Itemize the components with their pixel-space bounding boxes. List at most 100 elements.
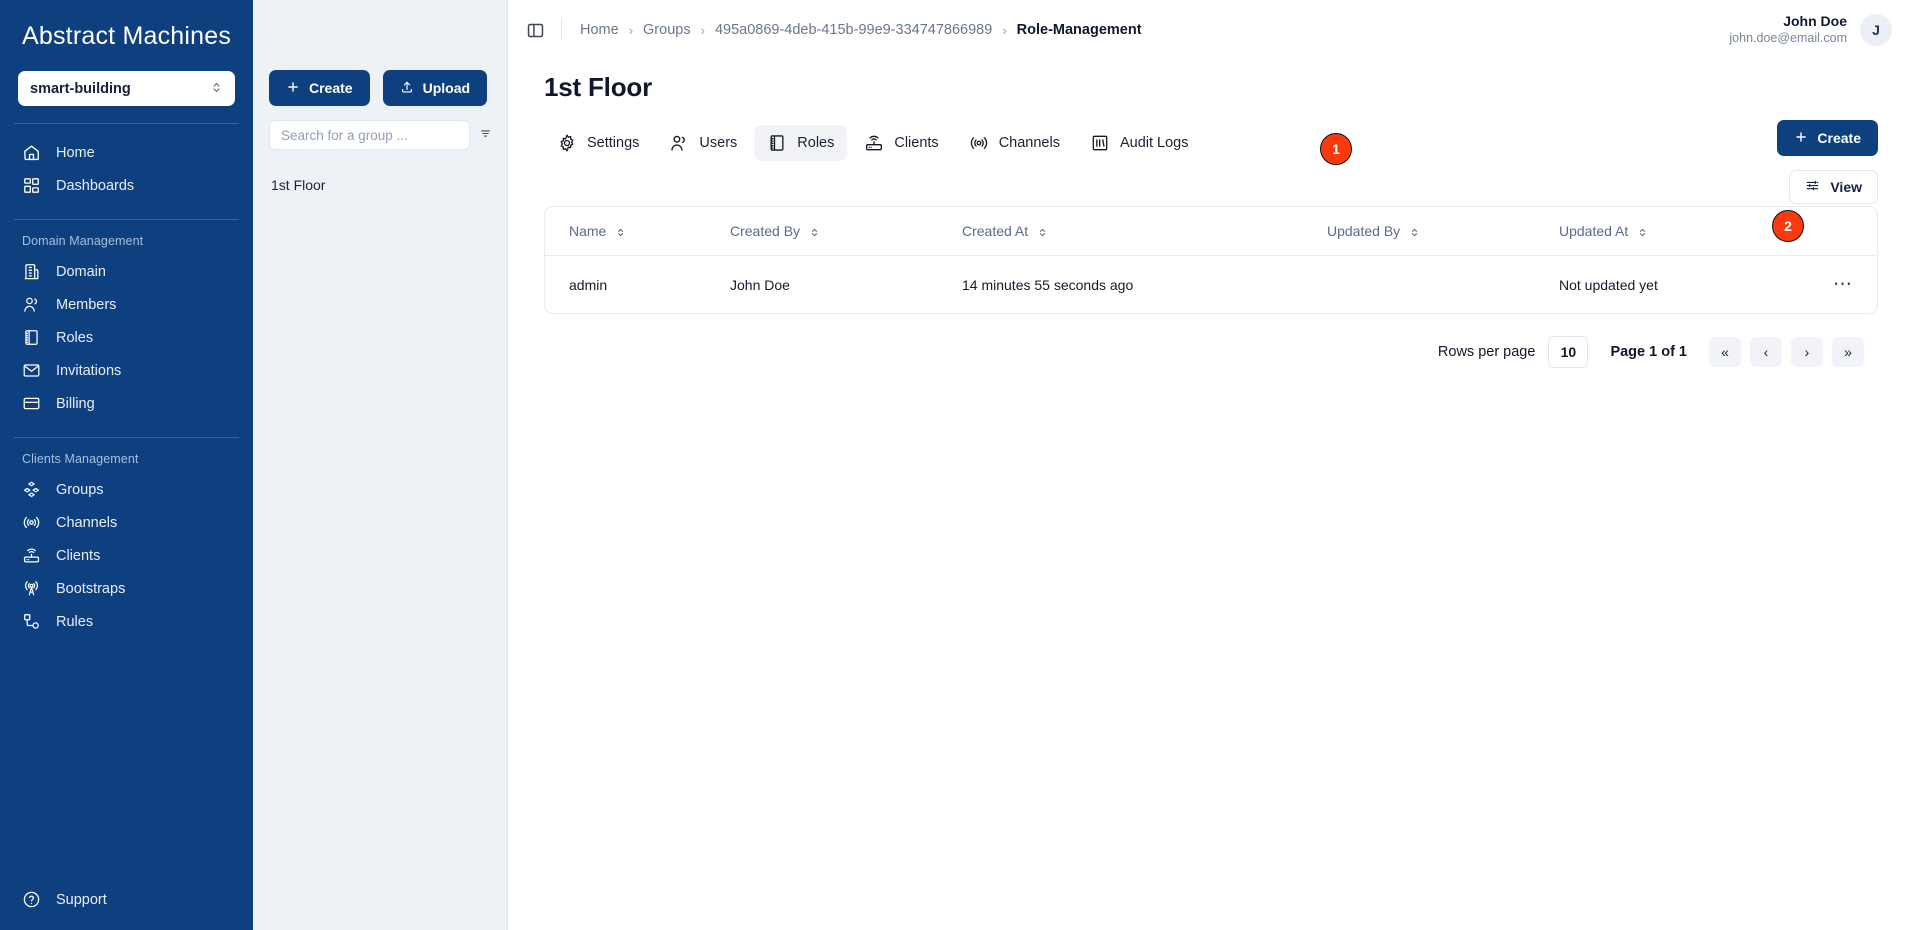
- view-options-button[interactable]: View: [1789, 170, 1878, 204]
- list-item[interactable]: 1st Floor: [269, 172, 491, 198]
- roles-icon: [767, 133, 787, 153]
- sidebar-support-section: Support: [0, 883, 253, 930]
- table-row[interactable]: admin John Doe 14 minutes 55 seconds ago…: [545, 256, 1877, 314]
- tab-label: Settings: [587, 135, 640, 151]
- sidebar-item-clients[interactable]: Clients: [0, 539, 253, 572]
- table-head: Name Created By Created At Updated By Up…: [545, 207, 1877, 256]
- rows-per-page-select[interactable]: 10: [1548, 336, 1589, 368]
- cell-created-by: John Doe: [730, 276, 790, 293]
- tab-clients[interactable]: Clients: [851, 125, 951, 161]
- cell-name: admin: [569, 276, 608, 293]
- content-area: 1st Floor 1 2 Settings Users Roles Clien…: [508, 60, 1914, 368]
- breadcrumb-item-home[interactable]: Home: [580, 22, 619, 38]
- sort-icon: [809, 225, 820, 238]
- view-options-button-label: View: [1830, 179, 1862, 195]
- domain-selector[interactable]: smart-building: [18, 71, 235, 106]
- sidebar-item-roles[interactable]: Roles: [0, 321, 253, 354]
- cell-updated-by: [1327, 256, 1559, 314]
- create-group-button[interactable]: Create: [269, 70, 370, 106]
- chevron-right-icon: ›: [700, 22, 705, 38]
- avatar[interactable]: J: [1860, 14, 1892, 46]
- tab-roles[interactable]: Roles: [754, 125, 848, 161]
- sliders-icon: [1805, 178, 1820, 196]
- sidebar-item-domain[interactable]: Domain: [0, 255, 253, 288]
- sidebar-item-home[interactable]: Home: [0, 136, 253, 169]
- chevron-right-icon: ›: [628, 22, 634, 38]
- search-input[interactable]: [269, 120, 470, 150]
- filter-icon[interactable]: [480, 126, 491, 144]
- users-icon: [669, 133, 689, 153]
- create-role-button[interactable]: Create: [1777, 120, 1878, 156]
- sidebar-item-support[interactable]: Support: [0, 883, 253, 916]
- column-header-updated-at[interactable]: Updated At: [1559, 207, 1809, 256]
- members-icon: [22, 295, 41, 314]
- sidebar-item-label: Domain: [56, 263, 106, 280]
- ellipsis-icon[interactable]: ⋯: [1833, 274, 1853, 295]
- sidebar-item-rules[interactable]: Rules: [0, 605, 253, 638]
- breadcrumb-item-groups[interactable]: Groups: [643, 22, 691, 38]
- upload-icon: [400, 80, 414, 97]
- tab-label: Roles: [797, 135, 835, 151]
- group-panel: Create Upload 1st Floor: [253, 0, 508, 930]
- last-page-button[interactable]: »: [1832, 337, 1864, 367]
- create-role-button-label: Create: [1817, 130, 1861, 146]
- user-menu[interactable]: John Doe john.doe@email.com J: [1729, 13, 1892, 46]
- groups-icon: [22, 480, 41, 499]
- sidebar-item-dashboards[interactable]: Dashboards: [0, 169, 253, 202]
- table-body: admin John Doe 14 minutes 55 seconds ago…: [545, 256, 1877, 314]
- column-header-name[interactable]: Name: [545, 207, 730, 256]
- next-page-button[interactable]: ›: [1791, 337, 1823, 367]
- user-meta: John Doe john.doe@email.com: [1729, 13, 1847, 46]
- gear-icon: [557, 133, 577, 153]
- cell-created-at: 14 minutes 55 seconds ago: [962, 276, 1134, 293]
- rows-per-page: Rows per page 10: [1438, 336, 1589, 368]
- sidebar-item-invitations[interactable]: Invitations: [0, 354, 253, 387]
- annotation-badge-1: 1: [1320, 133, 1352, 165]
- router-icon: [864, 133, 884, 153]
- first-page-button[interactable]: «: [1709, 337, 1741, 367]
- roles-table-card: Name Created By Created At Updated By Up…: [544, 206, 1878, 314]
- tab-channels[interactable]: Channels: [956, 125, 1073, 161]
- sort-icon: [1037, 225, 1048, 238]
- sidebar-item-bootstraps[interactable]: Bootstraps: [0, 572, 253, 605]
- sidebar-nav-clients: Groups Channels Clients Bootstraps Rules: [0, 473, 253, 638]
- column-header-label: Created At: [962, 223, 1029, 239]
- column-header-actions: [1809, 207, 1877, 256]
- sidebar-nav-top: Home Dashboards: [0, 124, 253, 202]
- breadcrumb-item-group-id[interactable]: 495a0869-4deb-415b-99e9-334747866989: [715, 22, 992, 38]
- roles-icon: [22, 328, 41, 347]
- tab-label: Clients: [894, 135, 939, 151]
- tab-settings[interactable]: Settings: [544, 125, 652, 161]
- sidebar-item-label: Clients: [56, 547, 101, 564]
- sidebar-item-billing[interactable]: Billing: [0, 387, 253, 420]
- column-header-created-at[interactable]: Created At: [962, 207, 1327, 256]
- sidebar-item-groups[interactable]: Groups: [0, 473, 253, 506]
- column-header-updated-by[interactable]: Updated By: [1327, 207, 1559, 256]
- main-area: Home › Groups › 495a0869-4deb-415b-99e9-…: [508, 0, 1914, 930]
- column-header-label: Created By: [730, 223, 801, 239]
- sidebar-item-label: Support: [56, 891, 107, 908]
- annotation-badge-2: 2: [1772, 210, 1804, 242]
- pagination-buttons: « ‹ › »: [1709, 337, 1864, 367]
- bootstraps-icon: [22, 579, 41, 598]
- tab-bar: Settings Users Roles Clients Channels Au…: [544, 125, 1878, 161]
- channels-icon: [969, 133, 989, 153]
- breadcrumb-item-current: Role-Management: [1016, 22, 1142, 38]
- sidebar-nav-domain: Domain Members Roles Invitations Billing: [0, 255, 253, 420]
- building-icon: [22, 262, 41, 281]
- prev-page-button[interactable]: ‹: [1750, 337, 1782, 367]
- tab-audit-logs[interactable]: Audit Logs: [1077, 125, 1202, 161]
- column-header-created-by[interactable]: Created By: [730, 207, 962, 256]
- tab-users[interactable]: Users: [656, 125, 750, 161]
- chevron-updown-icon: [210, 81, 223, 96]
- column-header-label: Updated At: [1559, 223, 1629, 239]
- sidebar-toggle-icon[interactable]: [526, 21, 545, 40]
- upload-group-button[interactable]: Upload: [382, 70, 488, 106]
- sidebar-item-channels[interactable]: Channels: [0, 506, 253, 539]
- upload-group-button-label: Upload: [422, 80, 471, 96]
- router-icon: [22, 546, 41, 565]
- sidebar-item-label: Groups: [56, 481, 104, 498]
- sidebar-item-members[interactable]: Members: [0, 288, 253, 321]
- sidebar: Abstract Machines smart-building Home Da…: [0, 0, 253, 930]
- sidebar-group-label-clients: Clients Management: [22, 452, 139, 466]
